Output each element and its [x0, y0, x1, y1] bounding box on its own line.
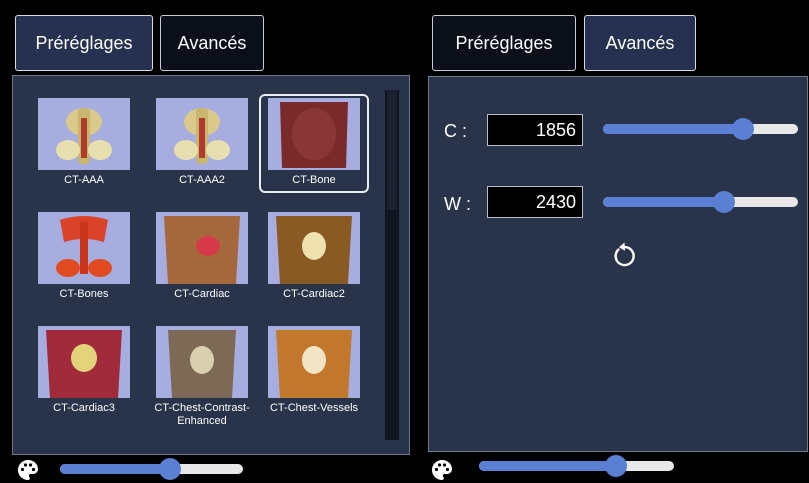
advanced-panel: Préréglages Avancés C : W :: [424, 0, 809, 483]
slider-fill: [603, 197, 724, 207]
preset-thumbnail: [268, 212, 360, 284]
tab-presets[interactable]: Préréglages: [432, 15, 576, 71]
presets-grid: CT-AAA CT-AAA2 CT-Bone CT-Bones CT-Cardiac CT…: [12, 75, 410, 455]
preset-thumbnail: [268, 326, 360, 398]
scrollbar-thumb[interactable]: [387, 90, 397, 210]
preset-label: CT-Cardiac: [174, 288, 230, 300]
presets-scrollbar[interactable]: [385, 90, 399, 440]
preset-ct-cardiac3[interactable]: CT-Cardiac3: [29, 322, 139, 415]
preset-ct-cardiac2[interactable]: CT-Cardiac2: [259, 208, 369, 301]
preset-thumbnail: [38, 98, 130, 170]
center-label: C :: [444, 121, 468, 141]
preset-ct-bones[interactable]: CT-Bones: [29, 208, 139, 301]
preset-thumbnail: [156, 326, 248, 398]
opacity-slider[interactable]: [479, 455, 674, 477]
center-input[interactable]: [487, 114, 583, 146]
preset-thumbnail: [156, 212, 248, 284]
preset-thumbnail: [38, 212, 130, 284]
preset-label: CT-AAA2: [179, 174, 225, 186]
preset-ct-cardiac[interactable]: CT-Cardiac: [147, 208, 257, 301]
slider-knob[interactable]: [158, 458, 181, 480]
preset-label: CT-Bones: [59, 288, 109, 300]
center-slider[interactable]: [603, 118, 798, 140]
preset-ct-bone[interactable]: CT-Bone: [259, 94, 369, 193]
width-slider[interactable]: [603, 191, 798, 213]
width-input[interactable]: [487, 186, 583, 218]
preset-label: CT-Cardiac2: [283, 288, 345, 300]
preset-label: CT-AAA: [64, 174, 104, 186]
window-level-controls: C : W :: [428, 76, 808, 452]
preset-thumbnail: [156, 98, 248, 170]
preset-ct-chest-contrast-enhanced[interactable]: CT-Chest-Contrast-Enhanced: [147, 322, 257, 428]
preset-label: CT-Chest-Contrast-Enhanced: [154, 402, 250, 427]
preset-label: CT-Chest-Vessels: [269, 402, 359, 414]
slider-fill: [603, 124, 744, 134]
preset-label: CT-Cardiac3: [53, 402, 115, 414]
reset-icon[interactable]: [608, 240, 638, 270]
palette-icon[interactable]: [430, 458, 454, 482]
slider-knob[interactable]: [604, 455, 627, 477]
slider-fill: [60, 464, 170, 474]
preset-label: CT-Bone: [292, 174, 336, 186]
preset-thumbnail: [38, 326, 130, 398]
tab-presets[interactable]: Préréglages: [15, 15, 153, 71]
slider-fill: [479, 461, 616, 471]
slider-knob[interactable]: [732, 118, 755, 140]
presets-panel: Préréglages Avancés CT-AAA CT-AAA2 CT-Bone…: [0, 0, 418, 483]
palette-icon[interactable]: [16, 458, 40, 482]
slider-knob[interactable]: [712, 191, 735, 213]
tab-advanced[interactable]: Avancés: [160, 15, 264, 71]
tab-advanced[interactable]: Avancés: [584, 15, 696, 71]
preset-ct-aaa2[interactable]: CT-AAA2: [147, 94, 257, 187]
preset-ct-chest-vessels[interactable]: CT-Chest-Vessels: [259, 322, 369, 415]
opacity-slider[interactable]: [60, 458, 243, 480]
preset-ct-aaa[interactable]: CT-AAA: [29, 94, 139, 187]
preset-thumbnail: [268, 98, 360, 170]
width-label: W :: [444, 194, 471, 214]
